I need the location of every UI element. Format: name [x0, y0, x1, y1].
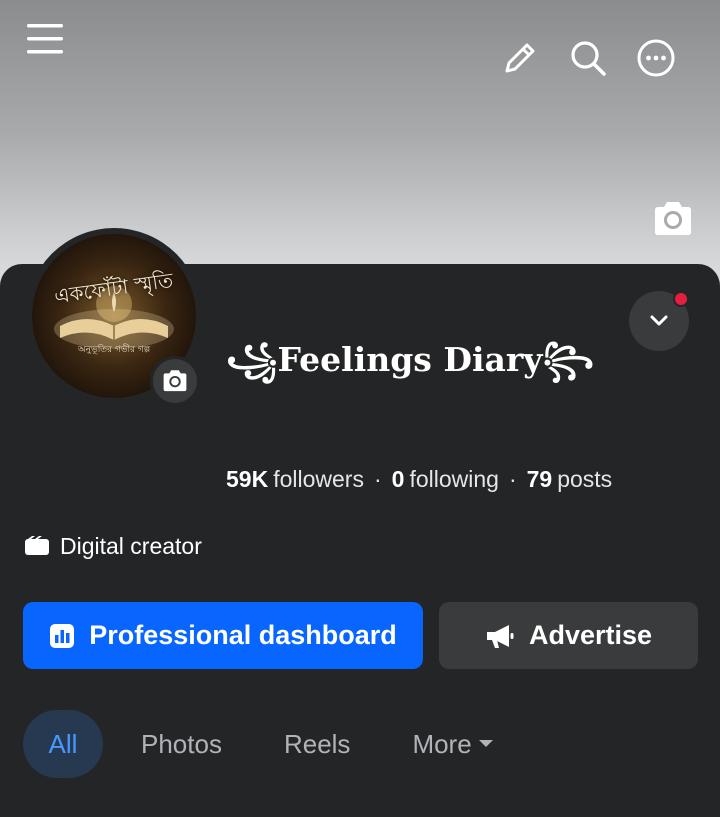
- following-count: 0: [391, 465, 405, 492]
- pencil-icon: [505, 43, 535, 73]
- followers-label: followers: [273, 465, 364, 492]
- professional-dashboard-button[interactable]: Professional dashboard: [23, 602, 423, 669]
- category-label: Digital creator: [60, 532, 202, 559]
- followers-link[interactable]: 59K followers: [226, 466, 364, 493]
- search-button[interactable]: [566, 36, 610, 80]
- separator-dot: ·: [508, 465, 517, 492]
- hamburger-menu-button[interactable]: [22, 14, 68, 64]
- advertise-label: Advertise: [528, 620, 653, 650]
- tab-reels[interactable]: Reels: [284, 710, 350, 778]
- search-icon: [571, 41, 606, 76]
- separator-dot: ·: [373, 465, 382, 492]
- profile-stats: 59K followers · 0 following · 79 posts: [226, 462, 612, 496]
- bar-chart-icon: [50, 623, 75, 648]
- caret-down-icon: [478, 740, 493, 747]
- dashboard-icon-wrap: [49, 623, 75, 649]
- advertise-icon-wrap: [485, 623, 515, 649]
- avatar-subtitle: অনুভূতির গভীর গল্প: [77, 345, 151, 355]
- page-title: ꧁Feelings Diary꧂: [226, 339, 595, 379]
- camera-icon: [655, 202, 691, 235]
- edit-cover-photo-button[interactable]: [651, 199, 695, 239]
- megaphone-icon: [486, 624, 514, 648]
- posts-count: 79: [526, 465, 553, 492]
- hamburger-menu-icon: [27, 24, 63, 54]
- tab-photos[interactable]: Photos: [141, 710, 222, 778]
- clapperboard-icon: [25, 536, 49, 555]
- posts-label: posts: [557, 465, 613, 492]
- advertise-button[interactable]: Advertise: [439, 602, 698, 669]
- dashboard-label: Professional dashboard: [89, 620, 397, 650]
- content-tabs: All Photos Reels More: [23, 710, 494, 778]
- more-options-icon: [637, 39, 675, 77]
- edit-profile-picture-button[interactable]: [150, 356, 200, 406]
- edit-button[interactable]: [498, 36, 542, 80]
- chevron-down-icon: [650, 315, 668, 326]
- more-options-button[interactable]: [634, 36, 678, 80]
- following-link[interactable]: 0 following: [392, 466, 499, 493]
- tab-all[interactable]: All: [23, 710, 103, 778]
- page-category: Digital creator: [24, 530, 202, 562]
- following-label: following: [409, 465, 499, 492]
- tab-more[interactable]: More: [412, 710, 493, 778]
- notification-dot: [673, 291, 689, 307]
- camera-icon: [163, 370, 187, 392]
- tab-more-label: More: [412, 728, 472, 759]
- followers-count: 59K: [226, 465, 269, 492]
- posts-link[interactable]: 79 posts: [527, 466, 613, 493]
